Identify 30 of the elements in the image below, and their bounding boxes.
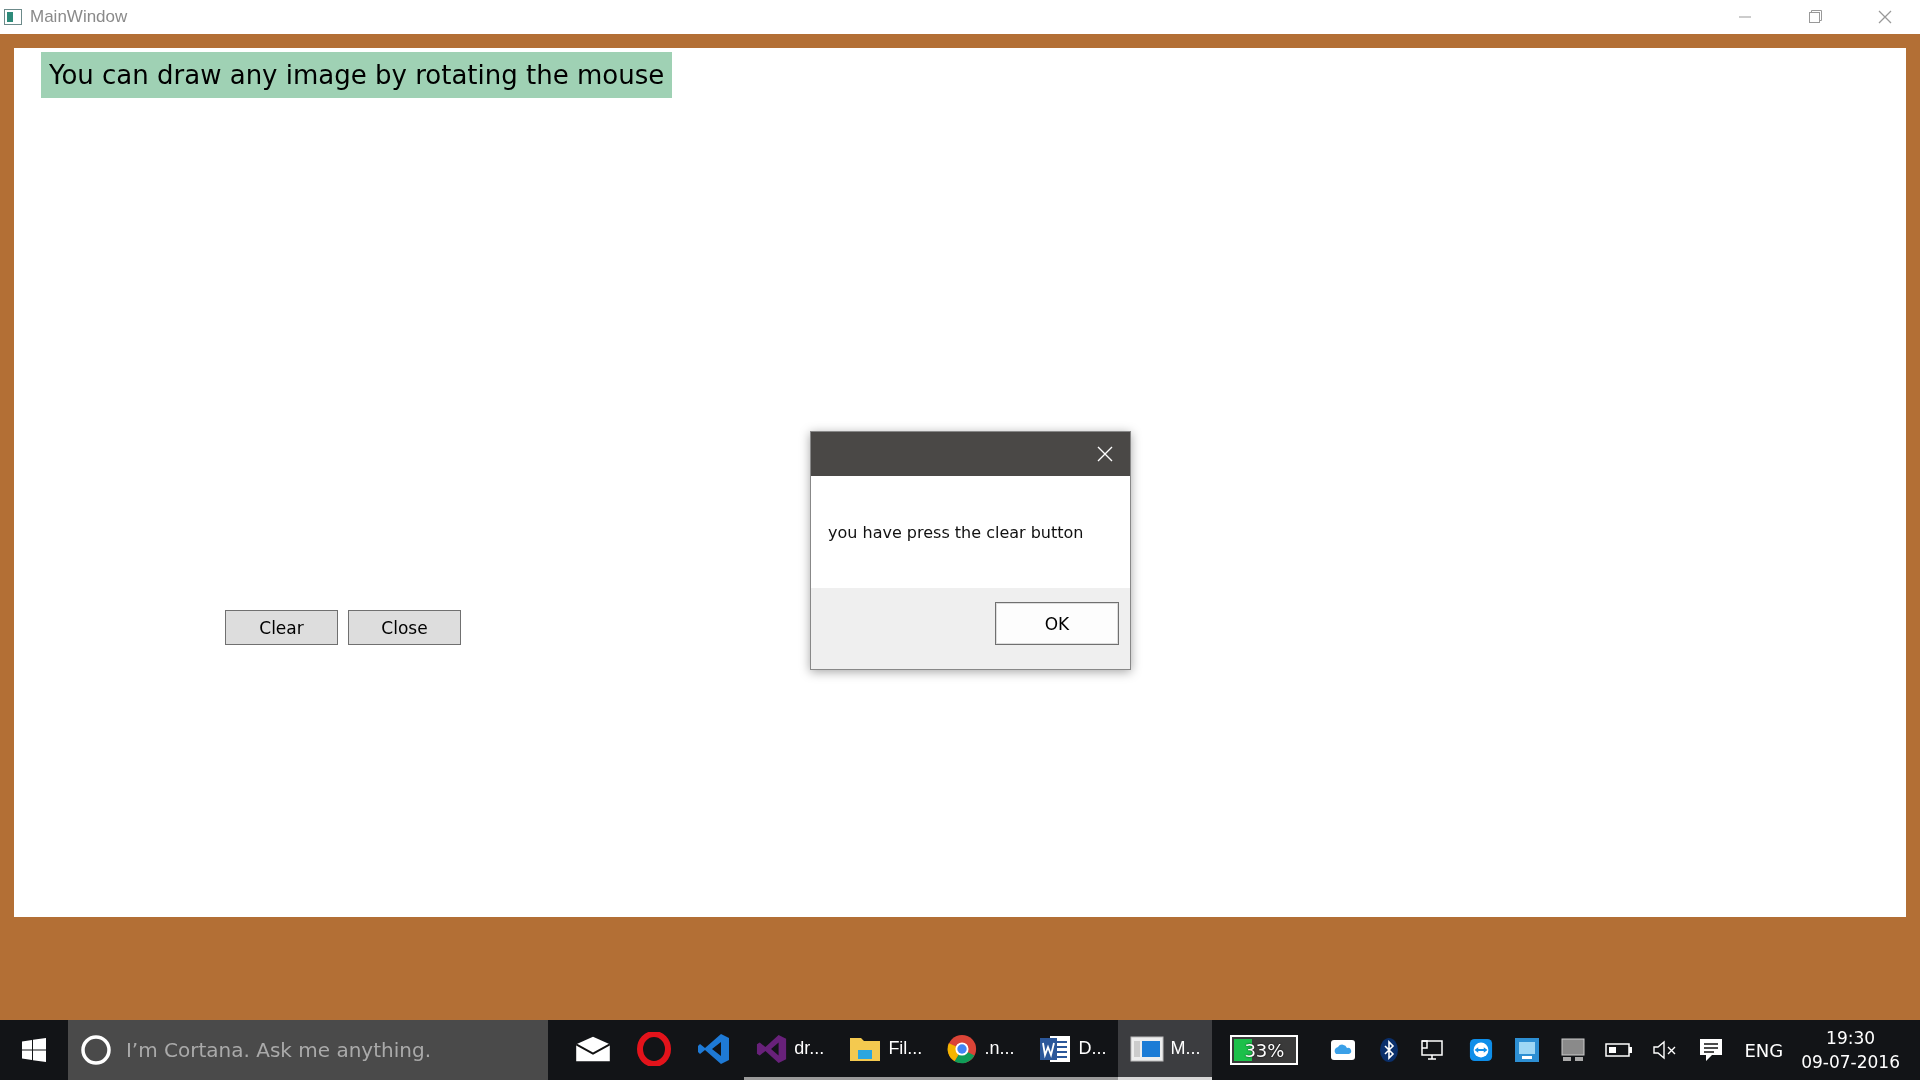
- taskbar-app[interactable]: Fil...: [836, 1020, 935, 1080]
- clock-date[interactable]: 09-07-2016: [1801, 1050, 1900, 1074]
- instruction-banner: You can draw any image by rotating the mouse: [41, 52, 673, 98]
- ok-button[interactable]: OK: [995, 602, 1119, 645]
- envelope-icon: [574, 1034, 613, 1063]
- infinity-icon: [756, 1032, 789, 1065]
- app-icon: [4, 9, 22, 25]
- ring-icon: [637, 1031, 672, 1066]
- window-title: MainWindow: [30, 7, 128, 27]
- battery-icon[interactable]: [1605, 1042, 1634, 1058]
- browser-icon: [946, 1032, 979, 1065]
- taskbar-app[interactable]: .n...: [934, 1020, 1027, 1080]
- window-icon: [1130, 1034, 1165, 1063]
- circle-icon: [79, 1034, 112, 1066]
- monitor-icon[interactable]: [1514, 1037, 1541, 1063]
- display-icon[interactable]: [1560, 1038, 1587, 1062]
- dialog-message: you have press the clear button: [828, 522, 1084, 542]
- language-indicator[interactable]: ENG: [1744, 1039, 1784, 1061]
- remote-icon[interactable]: [1469, 1038, 1494, 1062]
- code-editor-icon: [697, 1031, 732, 1066]
- taskbar-app[interactable]: M...: [1118, 1020, 1213, 1080]
- taskbar-app[interactable]: dr...: [744, 1020, 837, 1080]
- bluetooth-icon[interactable]: [1379, 1037, 1400, 1063]
- windows-logo-icon[interactable]: [22, 1038, 46, 1062]
- action-button[interactable]: Close: [348, 610, 461, 645]
- action-button[interactable]: Clear: [225, 610, 338, 645]
- close-icon[interactable]: [1096, 445, 1114, 463]
- message-icon[interactable]: [1698, 1037, 1725, 1063]
- cloud-icon[interactable]: [1330, 1039, 1357, 1061]
- clock-time[interactable]: 19:30: [1826, 1026, 1876, 1050]
